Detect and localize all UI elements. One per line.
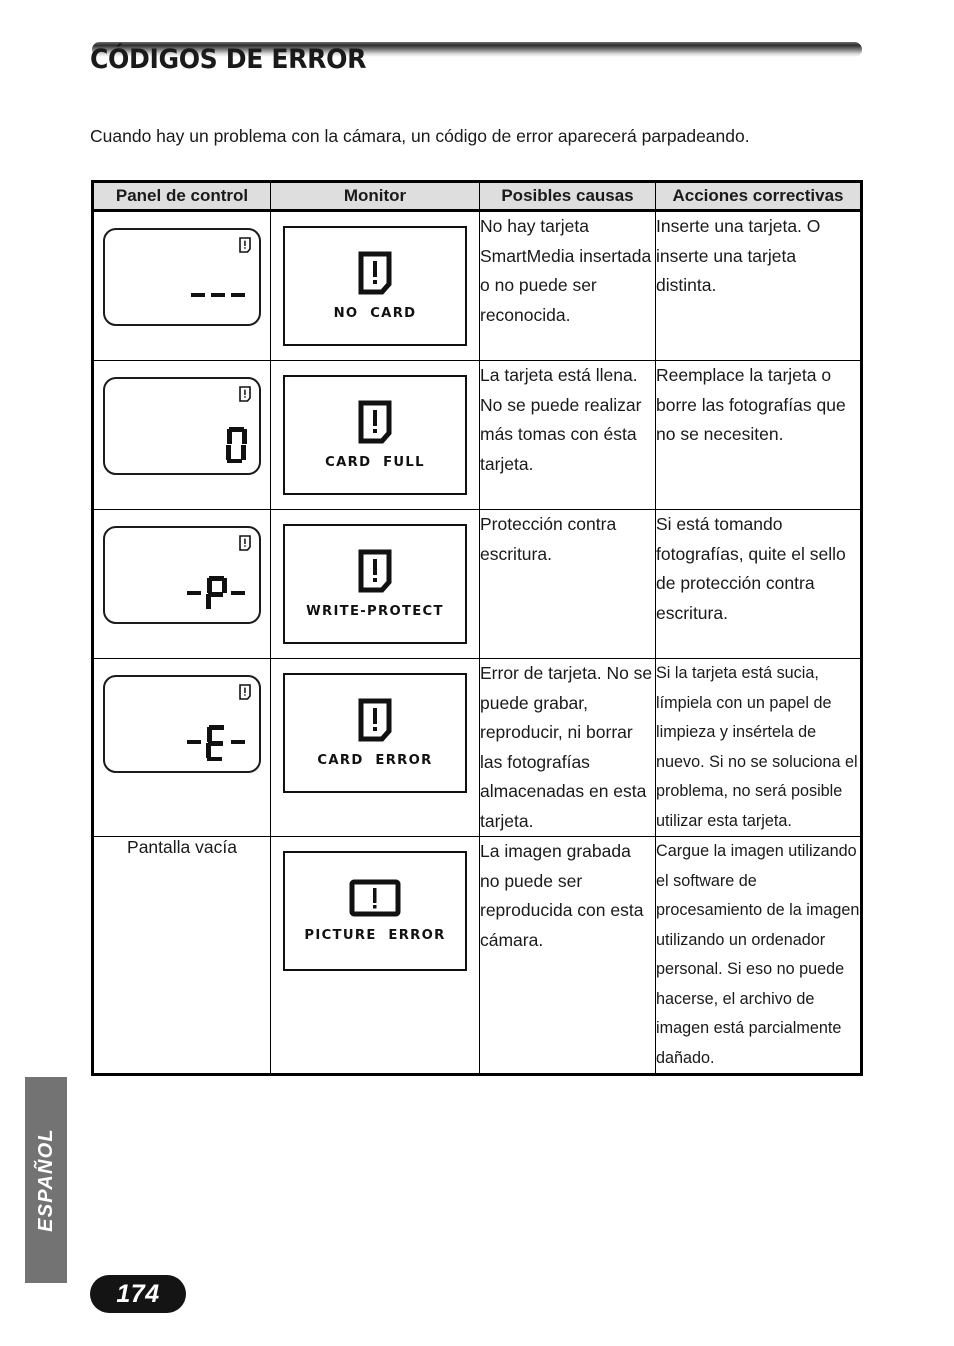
card-warning-icon: [358, 698, 392, 742]
monitor-caption: CARD FULL: [325, 455, 425, 470]
monitor-cell: CARD ERROR: [270, 658, 480, 837]
causes-cell: La tarjeta está llena. No se puede reali…: [479, 360, 656, 510]
monitor-cell: WRITE-PROTECT: [270, 509, 480, 659]
monitor-graphic: NO CARD: [283, 226, 467, 346]
actions-cell: Reemplace la tarjeta o borre las fotogra…: [655, 360, 862, 510]
lcd-display-value: [225, 423, 247, 467]
segment-dash: [231, 292, 245, 298]
monitor-caption: NO CARD: [333, 306, 417, 321]
monitor-graphic: CARD FULL: [283, 375, 467, 495]
monitor-cell: CARD FULL: [270, 360, 480, 510]
intro-paragraph: Cuando hay un problema con la cámara, un…: [90, 125, 750, 146]
segment-letter-e: [205, 725, 227, 761]
table-row: NO CARD No hay tarjeta SmartMedia insert…: [92, 210, 862, 361]
header-monitor: Monitor: [270, 181, 480, 212]
card-warning-icon: [239, 535, 251, 551]
header-posibles-causas: Posibles causas: [479, 181, 656, 212]
control-panel-cell: [92, 210, 271, 361]
card-warning-icon: [358, 549, 392, 593]
language-tab-label: ESPAÑOL: [35, 1128, 57, 1232]
causes-cell: Protección contra escritura.: [479, 509, 656, 659]
monitor-caption: PICTURE ERROR: [304, 928, 446, 943]
control-panel-cell: [92, 658, 271, 837]
lcd-display-value: [185, 572, 247, 616]
lcd-panel-graphic: [103, 526, 261, 624]
picture-warning-icon: [349, 879, 401, 917]
monitor-graphic: WRITE-PROTECT: [283, 524, 467, 644]
segment-digit-zero: [225, 427, 247, 463]
segment-dash: [187, 739, 201, 745]
language-tab: ESPAÑOL: [25, 1077, 67, 1283]
header-acciones-correctivas: Acciones correctivas: [655, 181, 862, 212]
monitor-caption: WRITE-PROTECT: [306, 604, 444, 619]
lcd-panel-graphic: [103, 377, 261, 475]
segment-letter-p: [205, 576, 227, 612]
card-warning-icon: [358, 400, 392, 444]
segment-dash: [191, 292, 205, 298]
card-warning-icon: [239, 386, 251, 402]
segment-dash: [211, 292, 225, 298]
page-title: CÓDIGOS DE ERROR: [90, 44, 367, 75]
segment-dash: [187, 590, 201, 596]
lcd-display-value: [185, 721, 247, 765]
monitor-cell: PICTURE ERROR: [270, 836, 480, 1075]
lcd-panel-graphic: [103, 675, 261, 773]
card-warning-icon: [358, 251, 392, 295]
control-panel-cell: [92, 509, 271, 659]
table-row: WRITE-PROTECT Protección contra escritur…: [92, 509, 862, 659]
actions-cell: Si la tarjeta está sucia, límpiela con u…: [655, 658, 862, 837]
control-panel-cell: [92, 360, 271, 510]
table-row: CARD ERROR Error de tarjeta. No se puede…: [92, 658, 862, 837]
monitor-cell: NO CARD: [270, 210, 480, 361]
monitor-graphic: CARD ERROR: [283, 673, 467, 793]
actions-cell: Inserte una tarjeta. O inserte una tarje…: [655, 210, 862, 361]
segment-dash: [231, 739, 245, 745]
error-codes-table: Panel de control Monitor Posibles causas…: [91, 180, 863, 1076]
card-warning-icon: [239, 237, 251, 253]
segment-dash: [231, 590, 245, 596]
table-row: CARD FULL La tarjeta está llena. No se p…: [92, 360, 862, 510]
lcd-display-value: [189, 274, 247, 318]
monitor-graphic: PICTURE ERROR: [283, 851, 467, 971]
causes-cell: No hay tarjeta SmartMedia insertada o no…: [479, 210, 656, 361]
table-row: Pantalla vacía PICTURE ERROR La imagen g…: [92, 836, 862, 1075]
lcd-panel-graphic: [103, 228, 261, 326]
actions-cell: Cargue la imagen utilizando el software …: [655, 836, 862, 1075]
table-header-row: Panel de control Monitor Posibles causas…: [92, 181, 862, 212]
header-panel-de-control: Panel de control: [92, 181, 271, 212]
causes-cell: La imagen grabada no puede ser reproduci…: [479, 836, 656, 1075]
causes-cell: Error de tarjeta. No se puede grabar, re…: [479, 658, 656, 837]
monitor-caption: CARD ERROR: [317, 753, 433, 768]
actions-cell: Si está tomando fotografías, quite el se…: [655, 509, 862, 659]
control-panel-cell: Pantalla vacía: [92, 836, 271, 1075]
card-warning-icon: [239, 684, 251, 700]
page-number: 174: [90, 1275, 186, 1313]
